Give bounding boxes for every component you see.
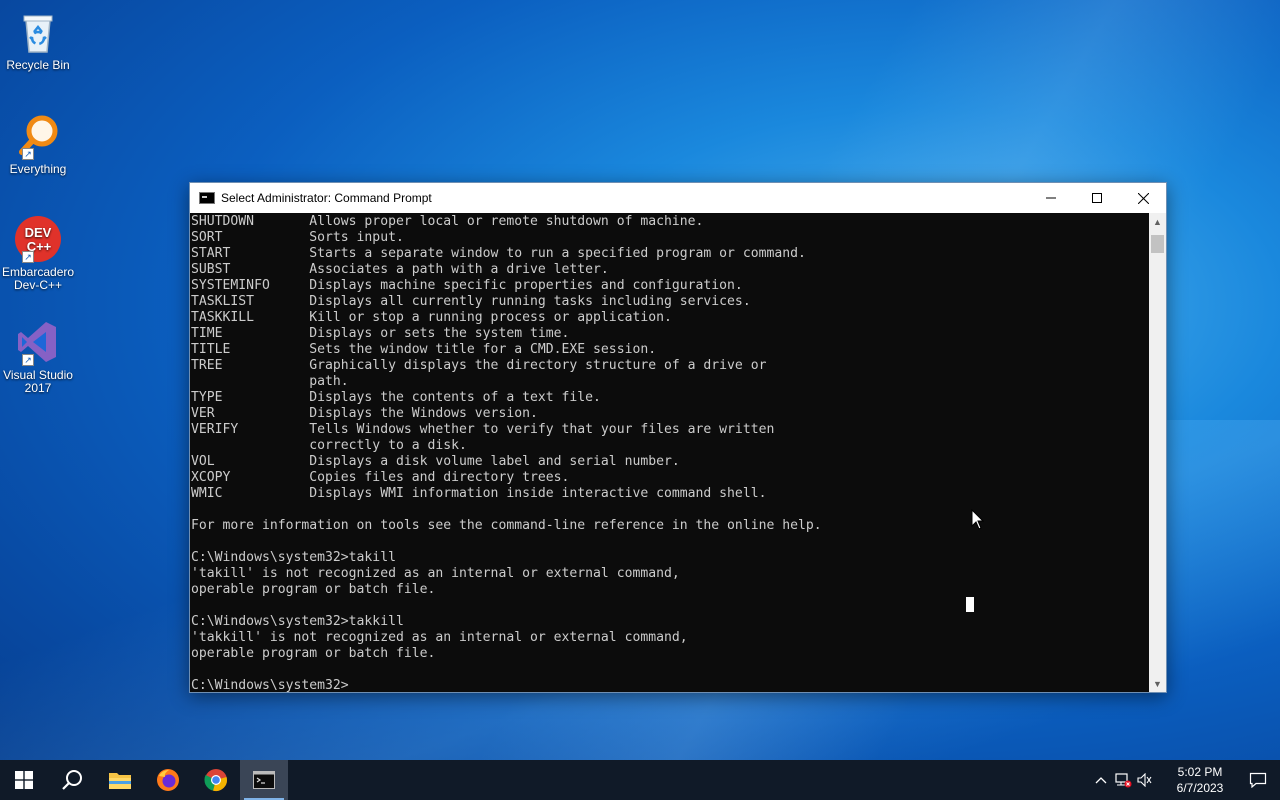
console-line: SHUTDOWN Allows proper local or remote s… xyxy=(191,214,704,229)
command-prompt-window[interactable]: Select Administrator: Command Prompt SHU… xyxy=(189,182,1167,693)
console-line: VER Displays the Windows version. xyxy=(191,406,538,421)
desktop-icon-recycle-bin[interactable]: Recycle Bin xyxy=(2,8,74,72)
scroll-down-icon[interactable]: ▼ xyxy=(1149,675,1166,692)
minimize-button[interactable] xyxy=(1028,183,1074,213)
command-prompt-taskbar-button[interactable] xyxy=(240,760,288,800)
console-output[interactable]: SHUTDOWN Allows proper local or remote s… xyxy=(190,213,1149,692)
console-line: path. xyxy=(191,374,349,389)
scrollbar-thumb[interactable] xyxy=(1151,235,1164,253)
visual-studio-icon: ↗ xyxy=(14,318,62,366)
window-titlebar[interactable]: Select Administrator: Command Prompt xyxy=(190,183,1166,213)
console-line: C:\Windows\system32>takill xyxy=(191,550,396,565)
maximize-button[interactable] xyxy=(1074,183,1120,213)
cmd-app-icon xyxy=(199,192,215,204)
window-title: Select Administrator: Command Prompt xyxy=(221,191,432,205)
action-center-button[interactable] xyxy=(1236,760,1280,800)
file-explorer-button[interactable] xyxy=(96,760,144,800)
everything-search-icon: ↗ xyxy=(14,112,62,160)
maximize-icon xyxy=(1092,193,1102,203)
console-line: TITLE Sets the window title for a CMD.EX… xyxy=(191,342,657,357)
search-button[interactable] xyxy=(48,760,96,800)
desktop-icon-label: Visual Studio 2017 xyxy=(3,368,73,395)
console-line: WMIC Displays WMI information inside int… xyxy=(191,486,767,501)
chrome-icon xyxy=(204,769,227,791)
network-disconnected-icon[interactable] xyxy=(1112,760,1134,800)
desktop-icon-label: Recycle Bin xyxy=(6,58,70,72)
shortcut-arrow-icon: ↗ xyxy=(22,148,34,160)
console-line: SUBST Associates a path with a drive let… xyxy=(191,262,609,277)
close-button[interactable] xyxy=(1120,183,1166,213)
taskbar: 5:02 PM 6/7/2023 xyxy=(0,760,1280,800)
desktop-icon-label: Embarcadero Dev-C++ xyxy=(2,265,75,292)
console-line: SORT Sorts input. xyxy=(191,230,404,245)
console-line: operable program or batch file. xyxy=(191,646,436,661)
show-hidden-icons-chevron-icon[interactable] xyxy=(1090,760,1112,800)
console-line: For more information on tools see the co… xyxy=(191,518,822,533)
console-line: 'takkill' is not recognized as an intern… xyxy=(191,630,688,645)
taskbar-clock[interactable]: 5:02 PM 6/7/2023 xyxy=(1164,764,1236,796)
console-line: operable program or batch file. xyxy=(191,582,436,597)
volume-icon[interactable] xyxy=(1134,760,1156,800)
command-prompt-icon xyxy=(253,771,275,789)
console-line: TASKKILL Kill or stop a running process … xyxy=(191,310,672,325)
firefox-icon xyxy=(157,769,179,791)
console-line: TASKLIST Displays all currently running … xyxy=(191,294,751,309)
text-cursor xyxy=(966,597,974,612)
console-line: correctly to a disk. xyxy=(191,438,467,453)
console-line: XCOPY Copies files and directory trees. xyxy=(191,470,570,485)
desktop-icon-everything[interactable]: ↗ Everything xyxy=(2,112,74,176)
firefox-button[interactable] xyxy=(144,760,192,800)
console-line: VOL Displays a disk volume label and ser… xyxy=(191,454,680,469)
console-line: SYSTEMINFO Displays machine specific pro… xyxy=(191,278,743,293)
svg-text:DEV: DEV xyxy=(25,225,52,240)
console-line: C:\Windows\system32> xyxy=(191,678,349,692)
console-line: C:\Windows\system32>takkill xyxy=(191,614,404,629)
search-icon xyxy=(62,770,82,790)
console-line: START Starts a separate window to run a … xyxy=(191,246,806,261)
desktop-icon-devcpp[interactable]: DEV C++ ↗ Embarcadero Dev-C++ xyxy=(2,215,74,292)
desktop-icon-label: Everything xyxy=(9,162,67,176)
chrome-button[interactable] xyxy=(192,760,240,800)
console-line: TREE Graphically displays the directory … xyxy=(191,358,767,373)
devcpp-icon: DEV C++ ↗ xyxy=(14,215,62,263)
start-icon xyxy=(15,771,33,789)
console-line: TIME Displays or sets the system time. xyxy=(191,326,570,341)
recycle-bin-icon xyxy=(14,8,62,56)
console-line: 'takill' is not recognized as an interna… xyxy=(191,566,680,581)
mouse-pointer-icon xyxy=(971,509,985,530)
desktop-icon-visual-studio[interactable]: ↗ Visual Studio 2017 xyxy=(2,318,74,395)
scroll-up-icon[interactable]: ▲ xyxy=(1149,213,1166,230)
close-icon xyxy=(1137,192,1149,204)
file-explorer-icon xyxy=(109,773,131,789)
clock-time: 5:02 PM xyxy=(1177,765,1223,779)
console-line: TYPE Displays the contents of a text fil… xyxy=(191,390,601,405)
clock-date: 6/7/2023 xyxy=(1176,781,1224,795)
system-tray: 5:02 PM 6/7/2023 xyxy=(1090,760,1280,800)
shortcut-arrow-icon: ↗ xyxy=(22,354,34,366)
notification-icon xyxy=(1249,772,1267,788)
shortcut-arrow-icon: ↗ xyxy=(22,251,34,263)
minimize-icon xyxy=(1046,197,1056,199)
vertical-scrollbar[interactable]: ▲ ▼ xyxy=(1149,213,1166,692)
start-button[interactable] xyxy=(0,760,48,800)
console-line: VERIFY Tells Windows whether to verify t… xyxy=(191,422,775,437)
